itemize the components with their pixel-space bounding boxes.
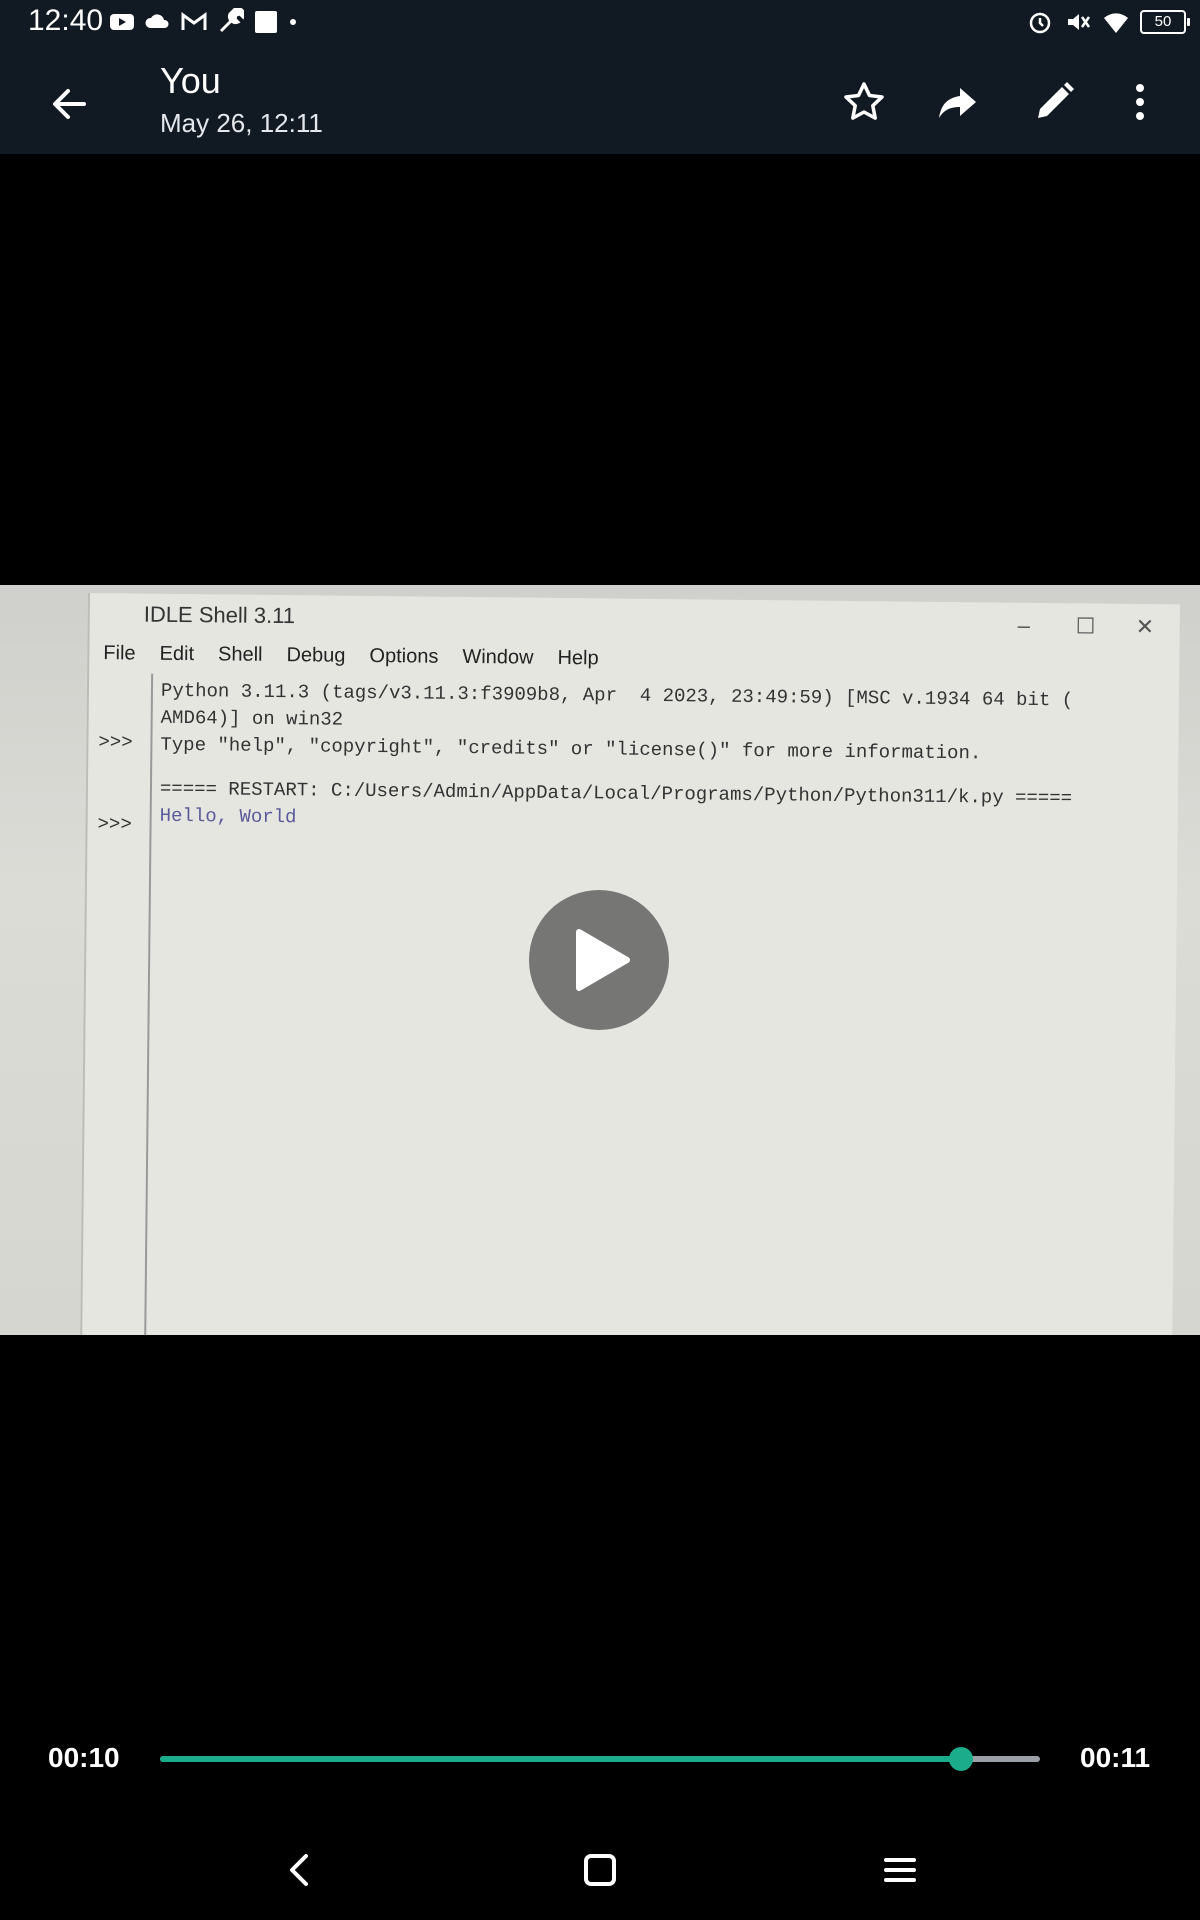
minimize-icon: – bbox=[1017, 612, 1031, 638]
more-icon[interactable] bbox=[1112, 74, 1168, 130]
back-arrow-icon[interactable] bbox=[40, 74, 100, 134]
share-icon[interactable] bbox=[930, 74, 986, 130]
close-icon: ✕ bbox=[1135, 613, 1155, 640]
idle-gutter: >>> >>> bbox=[82, 673, 154, 1335]
battery-icon: 50 bbox=[1140, 10, 1190, 34]
menu-nav-icon[interactable] bbox=[870, 1840, 930, 1900]
status-right-icons: 50 bbox=[1026, 8, 1190, 36]
menu-debug: Debug bbox=[286, 643, 346, 667]
menu-window: Window bbox=[462, 645, 534, 669]
wrench-icon bbox=[219, 8, 244, 33]
edit-icon[interactable] bbox=[1026, 74, 1082, 130]
status-bar: 12:40 50 bbox=[0, 0, 1200, 44]
seek-thumb[interactable] bbox=[948, 1747, 973, 1771]
maximize-icon: ☐ bbox=[1075, 613, 1096, 639]
seek-progress bbox=[160, 1756, 961, 1762]
star-icon[interactable] bbox=[836, 74, 892, 130]
gmail-icon bbox=[181, 12, 207, 30]
back-nav-icon[interactable] bbox=[270, 1840, 330, 1900]
app-bar: You May 26, 12:11 bbox=[0, 44, 1200, 154]
idle-title: IDLE Shell 3.11 bbox=[143, 601, 296, 629]
wifi-icon bbox=[1104, 13, 1128, 33]
alarm-icon bbox=[1029, 12, 1051, 34]
mute-icon bbox=[1068, 14, 1091, 30]
play-button[interactable] bbox=[529, 890, 669, 1030]
message-date: May 26, 12:11 bbox=[160, 108, 323, 138]
menu-options: Options bbox=[369, 644, 439, 668]
current-time: 00:10 bbox=[48, 1742, 120, 1773]
seek-bar[interactable] bbox=[160, 1747, 1040, 1771]
shell-prompt: >>> bbox=[97, 813, 132, 836]
status-time: 12:40 bbox=[28, 4, 104, 37]
play-icon bbox=[576, 929, 630, 991]
navigation-bar bbox=[0, 1820, 1200, 1920]
menu-file: File bbox=[103, 641, 136, 665]
dot-icon bbox=[290, 19, 296, 25]
total-time: 00:11 bbox=[1080, 1742, 1151, 1773]
menu-shell: Shell bbox=[217, 642, 263, 666]
menu-help: Help bbox=[557, 646, 599, 669]
menu-edit: Edit bbox=[159, 642, 195, 665]
status-left-icons bbox=[108, 8, 298, 36]
sender-title: You bbox=[160, 60, 221, 101]
home-nav-icon[interactable] bbox=[570, 1840, 630, 1900]
youtube-icon bbox=[110, 14, 134, 30]
cloud-icon bbox=[145, 14, 169, 28]
square-icon bbox=[255, 11, 277, 33]
shell-prompt: >>> bbox=[98, 731, 133, 754]
battery-level: 50 bbox=[1154, 13, 1172, 30]
shell-output: Python 3.11.3 (tags/v3.11.3:f3909b8, Apr… bbox=[160, 678, 1170, 841]
